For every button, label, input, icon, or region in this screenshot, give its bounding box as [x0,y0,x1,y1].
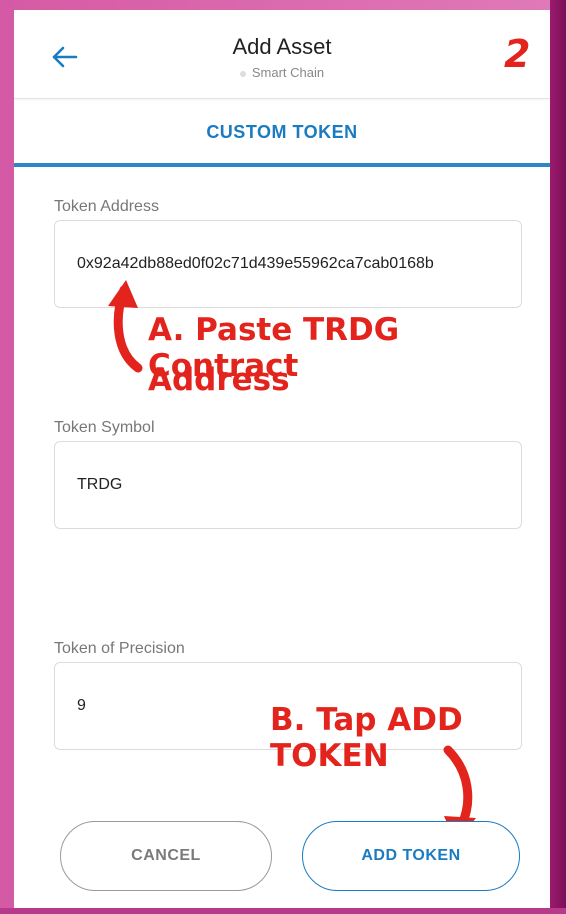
token-symbol-value: TRDG [77,476,123,493]
curved-arrow-up-icon [108,280,143,373]
tab-custom-token-label: CUSTOM TOKEN [206,122,358,142]
page-title: Add Asset [232,34,332,59]
frame-border-top [0,0,566,10]
cancel-button[interactable]: CANCEL [60,821,272,891]
header-bar: Add Asset Smart Chain 2 [14,10,550,99]
token-address-value: 0x92a42db88ed0f02c71d439e55962ca7cab0168… [77,255,434,272]
step-number-annotation: 2 [504,32,531,76]
annotation-step-a-line2: Address [148,362,290,398]
tab-active-indicator [14,163,550,167]
token-symbol-field[interactable]: TRDG [54,441,522,529]
network-dot-icon [239,70,246,77]
token-address-label: Token Address [54,198,159,215]
token-symbol-label: Token Symbol [54,419,155,436]
annotation-step-b: B. Tap ADD TOKEN [270,702,463,774]
network-subtitle: Smart Chain [14,65,550,80]
screenshot-frame: Add Asset Smart Chain 2 CUSTOM TOKEN Tok… [0,0,566,914]
token-precision-label: Token of Precision [54,640,185,657]
add-token-button[interactable]: ADD TOKEN [302,821,520,891]
app-screen: Add Asset Smart Chain 2 CUSTOM TOKEN Tok… [14,10,550,908]
frame-border-bottom [0,908,566,914]
network-name: Smart Chain [251,65,325,80]
frame-border-left [0,0,14,914]
frame-border-right [550,0,566,914]
